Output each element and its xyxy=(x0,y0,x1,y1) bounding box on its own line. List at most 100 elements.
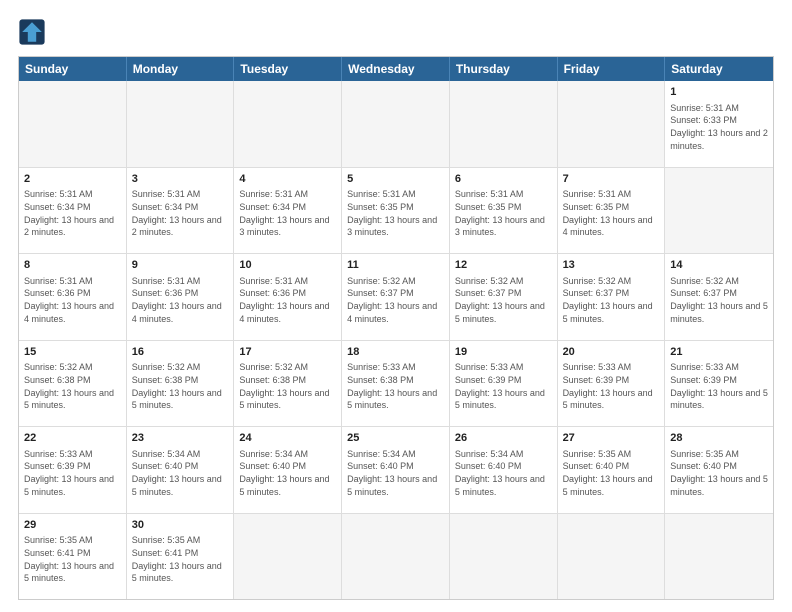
day-number: 17 xyxy=(239,345,336,360)
sun-info: Sunrise: 5:34 AM Sunset: 6:40 PM Dayligh… xyxy=(239,448,336,498)
calendar-cell: 7Sunrise: 5:31 AM Sunset: 6:35 PM Daylig… xyxy=(558,168,666,254)
day-number: 8 xyxy=(24,258,121,273)
sun-info: Sunrise: 5:33 AM Sunset: 6:38 PM Dayligh… xyxy=(347,361,444,411)
day-number: 24 xyxy=(239,431,336,446)
sun-info: Sunrise: 5:33 AM Sunset: 6:39 PM Dayligh… xyxy=(670,361,768,411)
day-number: 22 xyxy=(24,431,121,446)
calendar-cell: 26 Sunrise: 5:34 AM Sunset: 6:40 PM Dayli… xyxy=(450,427,558,513)
calendar-cell: 12Sunrise: 5:32 AM Sunset: 6:37 PM Dayli… xyxy=(450,254,558,340)
sun-info: Sunrise: 5:32 AM Sunset: 6:38 PM Dayligh… xyxy=(132,361,229,411)
sun-info: Sunrise: 5:32 AM Sunset: 6:38 PM Dayligh… xyxy=(239,361,336,411)
sun-info: Sunrise: 5:31 AM Sunset: 6:36 PM Dayligh… xyxy=(239,275,336,325)
day-number: 2 xyxy=(24,172,121,187)
day-number: 28 xyxy=(670,431,768,446)
calendar-cell xyxy=(558,514,666,600)
calendar-cell: 10 Sunrise: 5:31 AM Sunset: 6:36 PM Dayli… xyxy=(234,254,342,340)
calendar-cell: 17Sunrise: 5:32 AM Sunset: 6:38 PM Dayli… xyxy=(234,341,342,427)
calendar-header: SundayMondayTuesdayWednesdayThursdayFrid… xyxy=(19,57,773,81)
header-day-thursday: Thursday xyxy=(450,57,558,81)
calendar-row-1: 2Sunrise: 5:31 AM Sunset: 6:34 PM Daylig… xyxy=(19,168,773,255)
calendar-cell: 2Sunrise: 5:31 AM Sunset: 6:34 PM Daylig… xyxy=(19,168,127,254)
sun-info: Sunrise: 5:35 AM Sunset: 6:41 PM Dayligh… xyxy=(24,534,121,584)
sun-info: Sunrise: 5:32 AM Sunset: 6:38 PM Dayligh… xyxy=(24,361,121,411)
header-day-tuesday: Tuesday xyxy=(234,57,342,81)
calendar-cell: 18Sunrise: 5:33 AM Sunset: 6:38 PM Dayli… xyxy=(342,341,450,427)
calendar-cell: 14 Sunrise: 5:32 AM Sunset: 6:37 PM Dayli… xyxy=(665,254,773,340)
sun-info: Sunrise: 5:31 AM Sunset: 6:35 PM Dayligh… xyxy=(347,188,444,238)
calendar-cell xyxy=(665,168,773,254)
calendar-cell: 11Sunrise: 5:32 AM Sunset: 6:37 PM Dayli… xyxy=(342,254,450,340)
sun-info: Sunrise: 5:31 AM Sunset: 6:34 PM Dayligh… xyxy=(132,188,229,238)
header-day-sunday: Sunday xyxy=(19,57,127,81)
calendar: SundayMondayTuesdayWednesdayThursdayFrid… xyxy=(18,56,774,600)
day-number: 27 xyxy=(563,431,660,446)
day-number: 6 xyxy=(455,172,552,187)
calendar-cell xyxy=(19,81,127,167)
header-day-wednesday: Wednesday xyxy=(342,57,450,81)
day-number: 15 xyxy=(24,345,121,360)
sun-info: Sunrise: 5:31 AM Sunset: 6:36 PM Dayligh… xyxy=(132,275,229,325)
calendar-cell: 23Sunrise: 5:34 AM Sunset: 6:40 PM Dayli… xyxy=(127,427,235,513)
day-number: 29 xyxy=(24,518,121,533)
calendar-cell: 3Sunrise: 5:31 AM Sunset: 6:34 PM Daylig… xyxy=(127,168,235,254)
calendar-cell: 8 Sunrise: 5:31 AM Sunset: 6:36 PM Daylig… xyxy=(19,254,127,340)
calendar-cell xyxy=(234,81,342,167)
sun-info: Sunrise: 5:33 AM Sunset: 6:39 PM Dayligh… xyxy=(24,448,121,498)
day-number: 1 xyxy=(670,85,768,100)
day-number: 4 xyxy=(239,172,336,187)
calendar-cell xyxy=(558,81,666,167)
sun-info: Sunrise: 5:35 AM Sunset: 6:40 PM Dayligh… xyxy=(670,448,768,498)
sun-info: Sunrise: 5:32 AM Sunset: 6:37 PM Dayligh… xyxy=(455,275,552,325)
day-number: 26 xyxy=(455,431,552,446)
calendar-cell: 22 Sunrise: 5:33 AM Sunset: 6:39 PM Dayli… xyxy=(19,427,127,513)
calendar-cell xyxy=(665,514,773,600)
logo-icon xyxy=(18,18,46,46)
logo xyxy=(18,18,50,46)
calendar-cell: 20Sunrise: 5:33 AM Sunset: 6:39 PM Dayli… xyxy=(558,341,666,427)
sun-info: Sunrise: 5:33 AM Sunset: 6:39 PM Dayligh… xyxy=(455,361,552,411)
calendar-cell xyxy=(127,81,235,167)
calendar-cell: 19Sunrise: 5:33 AM Sunset: 6:39 PM Dayli… xyxy=(450,341,558,427)
sun-info: Sunrise: 5:31 AM Sunset: 6:36 PM Dayligh… xyxy=(24,275,121,325)
day-number: 14 xyxy=(670,258,768,273)
day-number: 7 xyxy=(563,172,660,187)
calendar-row-4: 22 Sunrise: 5:33 AM Sunset: 6:39 PM Dayli… xyxy=(19,427,773,514)
calendar-cell: 27 Sunrise: 5:35 AM Sunset: 6:40 PM Dayli… xyxy=(558,427,666,513)
day-number: 25 xyxy=(347,431,444,446)
sun-info: Sunrise: 5:32 AM Sunset: 6:37 PM Dayligh… xyxy=(670,275,768,325)
header xyxy=(18,18,774,46)
header-day-saturday: Saturday xyxy=(665,57,773,81)
sun-info: Sunrise: 5:31 AM Sunset: 6:34 PM Dayligh… xyxy=(24,188,121,238)
day-number: 10 xyxy=(239,258,336,273)
calendar-row-0: 1Sunrise: 5:31 AM Sunset: 6:33 PM Daylig… xyxy=(19,81,773,168)
calendar-cell: 21Sunrise: 5:33 AM Sunset: 6:39 PM Dayli… xyxy=(665,341,773,427)
day-number: 3 xyxy=(132,172,229,187)
calendar-cell xyxy=(450,514,558,600)
sun-info: Sunrise: 5:32 AM Sunset: 6:37 PM Dayligh… xyxy=(563,275,660,325)
sun-info: Sunrise: 5:34 AM Sunset: 6:40 PM Dayligh… xyxy=(132,448,229,498)
calendar-cell: 4Sunrise: 5:31 AM Sunset: 6:34 PM Daylig… xyxy=(234,168,342,254)
calendar-cell: 30Sunrise: 5:35 AM Sunset: 6:41 PM Dayli… xyxy=(127,514,235,600)
calendar-cell xyxy=(342,81,450,167)
calendar-cell: 9Sunrise: 5:31 AM Sunset: 6:36 PM Daylig… xyxy=(127,254,235,340)
sun-info: Sunrise: 5:33 AM Sunset: 6:39 PM Dayligh… xyxy=(563,361,660,411)
sun-info: Sunrise: 5:32 AM Sunset: 6:37 PM Dayligh… xyxy=(347,275,444,325)
calendar-cell: 28 Sunrise: 5:35 AM Sunset: 6:40 PM Dayli… xyxy=(665,427,773,513)
day-number: 13 xyxy=(563,258,660,273)
calendar-cell: 5Sunrise: 5:31 AM Sunset: 6:35 PM Daylig… xyxy=(342,168,450,254)
sun-info: Sunrise: 5:31 AM Sunset: 6:34 PM Dayligh… xyxy=(239,188,336,238)
calendar-cell: 24 Sunrise: 5:34 AM Sunset: 6:40 PM Dayli… xyxy=(234,427,342,513)
calendar-cell xyxy=(450,81,558,167)
sun-info: Sunrise: 5:35 AM Sunset: 6:41 PM Dayligh… xyxy=(132,534,229,584)
calendar-page: SundayMondayTuesdayWednesdayThursdayFrid… xyxy=(0,0,792,612)
day-number: 16 xyxy=(132,345,229,360)
sun-info: Sunrise: 5:34 AM Sunset: 6:40 PM Dayligh… xyxy=(455,448,552,498)
day-number: 20 xyxy=(563,345,660,360)
sun-info: Sunrise: 5:34 AM Sunset: 6:40 PM Dayligh… xyxy=(347,448,444,498)
calendar-cell: 15Sunrise: 5:32 AM Sunset: 6:38 PM Dayli… xyxy=(19,341,127,427)
sun-info: Sunrise: 5:35 AM Sunset: 6:40 PM Dayligh… xyxy=(563,448,660,498)
calendar-row-2: 8 Sunrise: 5:31 AM Sunset: 6:36 PM Daylig… xyxy=(19,254,773,341)
calendar-row-5: 29Sunrise: 5:35 AM Sunset: 6:41 PM Dayli… xyxy=(19,514,773,600)
header-day-friday: Friday xyxy=(558,57,666,81)
calendar-cell: 25 Sunrise: 5:34 AM Sunset: 6:40 PM Dayli… xyxy=(342,427,450,513)
